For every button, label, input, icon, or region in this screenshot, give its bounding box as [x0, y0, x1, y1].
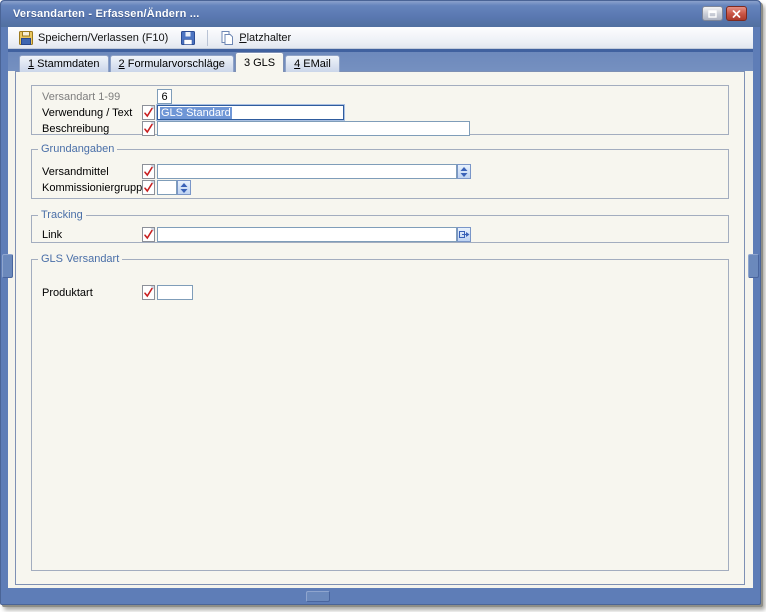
link-modified-checkbox[interactable] [142, 227, 157, 242]
selected-text: GLS Standard [160, 106, 232, 119]
produktart-input[interactable] [157, 285, 193, 300]
link-input[interactable] [157, 227, 457, 242]
tab-strip: 1 Stammdaten 2 Formularvorschläge 3 GLS … [8, 49, 753, 72]
tab-formularvorschlaege[interactable]: 2 Formularvorschläge [109, 55, 234, 72]
resize-grip-right[interactable] [748, 254, 759, 278]
kommissioniergruppe-label: Kommissioniergruppe [42, 181, 149, 194]
versandmittel-modified-checkbox[interactable] [142, 164, 157, 179]
copy-pages-icon [219, 30, 235, 46]
dialog-window: Versandarten - Erfassen/Ändern ... Speic… [0, 0, 761, 605]
produktart-row: Produktart [32, 285, 728, 300]
kommissioniergruppe-row: Kommissioniergruppe [32, 180, 728, 195]
beschreibung-modified-checkbox[interactable] [142, 121, 157, 136]
tab-stammdaten[interactable]: 1 Stammdaten [19, 55, 109, 72]
versandart-input [157, 89, 172, 104]
placeholder-button[interactable]: Platzhalter [214, 28, 296, 48]
spinner-arrows-icon [180, 182, 188, 193]
placeholder-label: Platzhalter [239, 31, 292, 44]
title-bar[interactable]: Versandarten - Erfassen/Ändern ... [1, 1, 760, 27]
produktart-modified-checkbox[interactable] [142, 285, 157, 300]
versandart-row: Versandart 1-99 [32, 89, 728, 104]
link-open-button[interactable] [457, 227, 471, 242]
save-button[interactable] [175, 28, 201, 48]
link-label: Link [42, 228, 63, 241]
tab-email[interactable]: 4 EMail [285, 55, 340, 72]
verwendung-row: Verwendung / Text GLS Standard [32, 104, 728, 121]
versandmittel-label: Versandmittel [42, 165, 109, 178]
toolbar: Speichern/Verlassen (F10) Platzhalter [8, 27, 753, 49]
save-exit-icon [18, 30, 34, 46]
beschreibung-row: Beschreibung [32, 121, 728, 136]
save-icon [180, 30, 196, 46]
window-controls [702, 6, 747, 21]
main-fields-box: Versandart 1-99 Verwendung / Text GLS St… [31, 85, 729, 136]
gls-versandart-group: GLS Versandart Produktart [31, 253, 729, 571]
client-area: Speichern/Verlassen (F10) Platzhalter 1 … [8, 27, 753, 588]
beschreibung-label: Beschreibung [42, 122, 110, 135]
kommissioniergruppe-modified-checkbox[interactable] [142, 180, 157, 195]
link-row: Link [32, 227, 728, 242]
produktart-label: Produktart [42, 286, 93, 299]
verwendung-input[interactable]: GLS Standard [156, 104, 345, 121]
close-icon [732, 5, 741, 23]
versandart-label: Versandart 1-99 [42, 90, 121, 103]
beschreibung-input[interactable] [157, 121, 470, 136]
tab-gls[interactable]: 3 GLS [234, 52, 285, 72]
grundangaben-legend: Grundangaben [41, 143, 115, 155]
window-title: Versandarten - Erfassen/Ändern ... [13, 8, 200, 20]
grundangaben-group: Grundangaben Versandmittel Kommissionier… [31, 143, 729, 199]
save-exit-button[interactable]: Speichern/Verlassen (F10) [13, 28, 173, 48]
tab-page-gls: Versandart 1-99 Verwendung / Text GLS St… [15, 71, 745, 585]
resize-grip-left[interactable] [2, 254, 13, 278]
toolbar-separator [207, 29, 209, 46]
save-exit-label: Speichern/Verlassen (F10) [38, 31, 169, 44]
versandmittel-lookup-button[interactable] [457, 164, 471, 179]
versandmittel-row: Versandmittel [32, 164, 728, 179]
tracking-group: Tracking Link [31, 209, 729, 243]
maximize-button[interactable] [702, 6, 723, 21]
kommissioniergruppe-lookup-button[interactable] [177, 180, 191, 195]
maximize-icon [708, 5, 717, 23]
tracking-legend: Tracking [41, 209, 83, 221]
close-button[interactable] [726, 6, 747, 21]
versandmittel-input[interactable] [157, 164, 457, 179]
verwendung-modified-checkbox[interactable] [142, 105, 157, 120]
spinner-arrows-icon [460, 166, 468, 177]
tabs: 1 Stammdaten 2 Formularvorschläge 3 GLS … [19, 52, 341, 72]
gls-versandart-legend: GLS Versandart [41, 253, 120, 265]
arrow-right-box-icon [458, 231, 469, 238]
resize-grip-bottom[interactable] [306, 591, 330, 602]
kommissioniergruppe-input[interactable] [157, 180, 177, 195]
verwendung-label: Verwendung / Text [42, 106, 133, 119]
